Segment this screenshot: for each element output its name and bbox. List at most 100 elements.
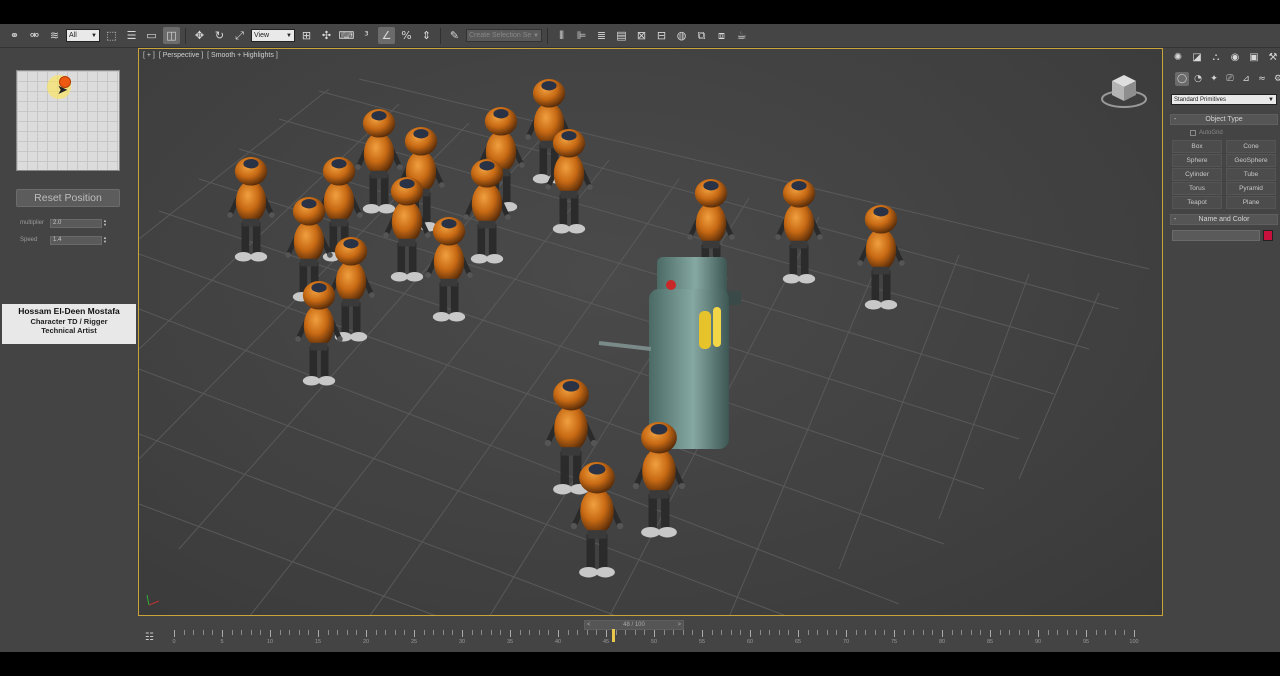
- render-production-icon[interactable]: ☕: [733, 27, 750, 44]
- time-slider-label: 48 / 100: [623, 622, 645, 628]
- frame-tick: [538, 630, 540, 635]
- link-icon[interactable]: ⚭: [6, 27, 23, 44]
- frame-tick: [490, 630, 492, 635]
- frame-tick: [260, 630, 262, 635]
- plane-button[interactable]: Plane: [1226, 196, 1276, 209]
- previous-frame-icon[interactable]: <: [587, 621, 591, 629]
- reference-coordinate-dropdown[interactable]: View ▼: [251, 29, 295, 42]
- box-button[interactable]: Box: [1172, 140, 1222, 153]
- layer-manager-icon[interactable]: ≣: [593, 27, 610, 44]
- multiplier-spinner-icon[interactable]: ▲ ▼: [102, 219, 108, 228]
- collapse-icon: -: [1174, 116, 1177, 123]
- systems-icon[interactable]: ⚙: [1271, 72, 1280, 86]
- motion-tab-icon[interactable]: ◉: [1228, 51, 1242, 65]
- select-manipulate-icon[interactable]: ✣: [318, 27, 335, 44]
- object-name-input[interactable]: [1172, 230, 1260, 241]
- frame-tick: [769, 630, 771, 635]
- autogrid-checkbox[interactable]: [1190, 129, 1196, 136]
- selection-filter-dropdown[interactable]: All ▼: [66, 29, 100, 42]
- position-picker-pad[interactable]: ➤: [16, 70, 120, 171]
- autogrid-label: AutoGrid: [1199, 129, 1223, 136]
- autogrid-option[interactable]: AutoGrid: [1190, 128, 1278, 137]
- frame-tick: [711, 630, 713, 635]
- select-by-name-icon[interactable]: ☰: [123, 27, 140, 44]
- frame-tick-label: 20: [362, 639, 370, 645]
- next-frame-icon[interactable]: >: [677, 621, 681, 629]
- teapot-button[interactable]: Teapot: [1172, 196, 1222, 209]
- named-selection-set-dropdown[interactable]: Create Selection Se ▼: [466, 29, 542, 42]
- rendered-frame-window-icon[interactable]: ⧈: [713, 27, 730, 44]
- name-and-color-header[interactable]: - Name and Color: [1170, 214, 1278, 225]
- time-slider[interactable]: < 48 / 100 >: [584, 620, 684, 630]
- keyboard-shortcut-override-icon[interactable]: ⌨: [338, 27, 355, 44]
- object-category-dropdown[interactable]: Standard Primitives ▼: [1171, 94, 1277, 105]
- perspective-viewport[interactable]: [ + ] [ Perspective ] [ Smooth + Highlig…: [138, 48, 1163, 616]
- frame-tick: [798, 630, 799, 637]
- viewport-shading-mode[interactable]: [ Smooth + Highlights ]: [207, 52, 278, 59]
- sphere-button[interactable]: Sphere: [1172, 154, 1222, 167]
- spinner-snap-icon[interactable]: ⇕: [418, 27, 435, 44]
- bind-spacewarp-icon[interactable]: ≋: [46, 27, 63, 44]
- modify-tab-icon[interactable]: ◪: [1190, 51, 1204, 65]
- robot-character[interactable]: [425, 217, 473, 322]
- schematic-view-icon[interactable]: ⊟: [653, 27, 670, 44]
- snaps-toggle-icon[interactable]: ³: [358, 27, 375, 44]
- cylinder-button[interactable]: Cylinder: [1172, 168, 1222, 181]
- graphite-ribbon-icon[interactable]: ▤: [613, 27, 630, 44]
- robot-character[interactable]: [227, 157, 275, 262]
- chevron-down-icon: ▼: [286, 32, 292, 39]
- pyramid-button[interactable]: Pyramid: [1226, 182, 1276, 195]
- hierarchy-tab-icon[interactable]: ⛬: [1209, 51, 1223, 65]
- teal-boss-robot[interactable]: [598, 257, 741, 449]
- frame-tick: [874, 630, 876, 635]
- reset-position-button[interactable]: Reset Position: [16, 189, 120, 207]
- tube-button[interactable]: Tube: [1226, 168, 1276, 181]
- object-type-header[interactable]: - Object Type: [1170, 114, 1278, 125]
- pivot-center-icon[interactable]: ⊞: [298, 27, 315, 44]
- align-icon[interactable]: ⊫: [573, 27, 590, 44]
- curve-editor-icon[interactable]: ⊠: [633, 27, 650, 44]
- command-panel: ✺ ◪ ⛬ ◉ ▣ ⚒ ◯ ◔ ✦ ⎚ ⊿ ≈ ⚙ Standard Primi…: [1165, 48, 1280, 652]
- material-editor-icon[interactable]: ◍: [673, 27, 690, 44]
- cone-button[interactable]: Cone: [1226, 140, 1276, 153]
- speed-spinner-icon[interactable]: ▲ ▼: [102, 236, 108, 245]
- frame-tick: [1105, 630, 1107, 635]
- track-bar[interactable]: 0 5 10 15 20 25 30 35 40 45 50 55 60 65 70 75 80 85 90 95 10…: [166, 630, 1139, 645]
- mirror-icon[interactable]: ⫴: [553, 27, 570, 44]
- speed-input[interactable]: 1.4: [50, 235, 102, 245]
- space-warps-icon[interactable]: ≈: [1255, 72, 1269, 86]
- frame-tick-label: 5: [220, 639, 224, 645]
- helpers-icon[interactable]: ⊿: [1239, 72, 1253, 86]
- frame-tick-label: 90: [1034, 639, 1042, 645]
- select-object-icon[interactable]: ⬚: [103, 27, 120, 44]
- angle-snap-icon[interactable]: ∠: [378, 27, 395, 44]
- geometry-icon[interactable]: ◯: [1175, 72, 1189, 86]
- lights-icon[interactable]: ✦: [1207, 72, 1221, 86]
- rotate-icon[interactable]: ↻: [211, 27, 228, 44]
- create-tab-icon[interactable]: ✺: [1171, 51, 1185, 65]
- render-setup-icon[interactable]: ⧉: [693, 27, 710, 44]
- viewport-menu[interactable]: [ + ]: [143, 52, 155, 59]
- cameras-icon[interactable]: ⎚: [1223, 72, 1237, 86]
- utilities-tab-icon[interactable]: ⚒: [1266, 51, 1280, 65]
- robot-character[interactable]: [775, 179, 823, 283]
- display-tab-icon[interactable]: ▣: [1247, 51, 1261, 65]
- shapes-icon[interactable]: ◔: [1191, 72, 1205, 86]
- edit-named-selection-icon[interactable]: ✎: [446, 27, 463, 44]
- torus-button[interactable]: Torus: [1172, 182, 1222, 195]
- time-scrubber-handle[interactable]: [612, 629, 615, 642]
- geosphere-button[interactable]: GeoSphere: [1226, 154, 1276, 167]
- multiplier-input[interactable]: 2.0: [50, 218, 102, 228]
- window-crossing-icon[interactable]: ◫: [163, 27, 180, 44]
- percent-snap-icon[interactable]: %: [398, 27, 415, 44]
- object-color-swatch[interactable]: [1263, 230, 1273, 241]
- track-bar-menu-icon[interactable]: ☷: [145, 632, 154, 643]
- move-icon[interactable]: ✥: [191, 27, 208, 44]
- viewport-label[interactable]: [ + ] [ Perspective ] [ Smooth + Highlig…: [143, 52, 280, 59]
- frame-tick: [759, 630, 761, 635]
- unlink-icon[interactable]: ⚮: [26, 27, 43, 44]
- viewport-view-name[interactable]: [ Perspective ]: [159, 52, 203, 59]
- viewcube-icon[interactable]: [1100, 69, 1148, 109]
- scale-icon[interactable]: ⤢: [231, 27, 248, 44]
- rectangular-selection-icon[interactable]: ▭: [143, 27, 160, 44]
